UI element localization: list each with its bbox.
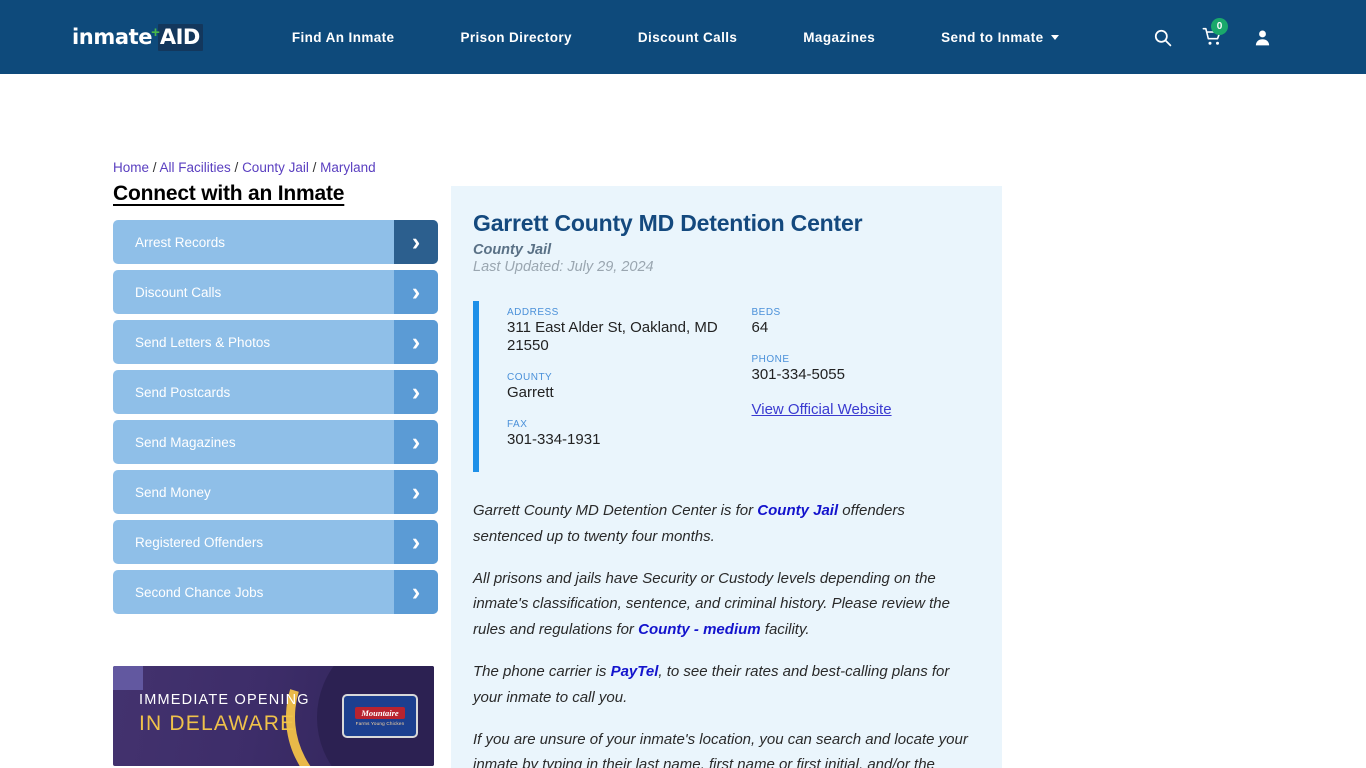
header-icon-group: 0 (1153, 18, 1342, 47)
facility-card: Garrett County MD Detention Center Count… (451, 186, 1002, 768)
sidebar-advertisement[interactable]: IMMEDIATE OPENING IN DELAWARE Mountaire … (113, 666, 434, 766)
chevron-right-icon: › (394, 220, 438, 264)
nav-item-find-an-inmate[interactable]: Find An Inmate (259, 30, 428, 45)
ad-headline-line2: IN DELAWARE (139, 712, 296, 736)
breadcrumb-separator: / (149, 160, 160, 175)
user-icon[interactable] (1253, 28, 1272, 47)
sidebar-title: Connect with an Inmate (113, 182, 345, 205)
logo-plus-icon: + (151, 23, 160, 41)
sidebar-item-label: Send Letters & Photos (135, 334, 271, 350)
description-paragraph-4: If you are unsure of your inmate's locat… (473, 727, 976, 768)
desc-p1-text-a: Garrett County MD Detention Center is fo… (473, 502, 758, 519)
breadcrumb-separator: / (230, 160, 243, 175)
facility-type: County Jail (473, 242, 552, 258)
sidebar-item-label: Discount Calls (135, 284, 222, 300)
chevron-right-icon: › (394, 470, 438, 514)
main-navigation: Find An Inmate Prison Directory Discount… (259, 30, 1092, 45)
chevron-right-icon: › (394, 320, 438, 364)
sidebar-item-label: Registered Offenders (135, 534, 264, 550)
sidebar-item-arrest-records[interactable]: Arrest Records › (113, 220, 438, 264)
county-value: Garrett (507, 384, 554, 401)
sidebar-item-send-magazines[interactable]: Send Magazines › (113, 420, 438, 464)
logo-text: inmate (72, 25, 153, 49)
breadcrumb: Home / All Facilities / County Jail / Ma… (113, 160, 376, 175)
sidebar-item-send-letters-photos[interactable]: Send Letters & Photos › (113, 320, 438, 364)
breadcrumb-separator: / (308, 160, 321, 175)
facility-info-left-column: ADDRESS 311 East Alder St, Oakland, MD 2… (507, 307, 742, 466)
sidebar-item-registered-offenders[interactable]: Registered Offenders › (113, 520, 438, 564)
description-paragraph-3: The phone carrier is PayTel, to see thei… (473, 659, 976, 711)
sidebar-item-label: Send Magazines (135, 434, 236, 450)
site-logo[interactable]: inmate + AID (72, 21, 203, 53)
breadcrumb-item-all-facilities[interactable]: All Facilities (160, 160, 231, 175)
page-body: Home / All Facilities / County Jail / Ma… (0, 74, 1366, 768)
nav-item-send-to-inmate[interactable]: Send to Inmate (908, 30, 1091, 45)
fax-label: FAX (507, 419, 528, 430)
address-value: 311 East Alder St, Oakland, MD 21550 (507, 319, 718, 354)
fax-value: 301-334-1931 (507, 431, 601, 448)
chevron-right-icon: › (394, 520, 438, 564)
cart-icon[interactable]: 0 (1202, 18, 1228, 47)
sidebar-item-label: Arrest Records (135, 234, 226, 250)
sidebar-item-label: Send Postcards (135, 384, 231, 400)
cart-count-badge: 0 (1211, 18, 1228, 35)
nav-item-discount-calls[interactable]: Discount Calls (605, 30, 770, 45)
desc-p4-text-a: If you are unsure of your inmate's locat… (473, 730, 968, 768)
sidebar-item-label: Send Money (135, 484, 211, 500)
chevron-right-icon: › (394, 370, 438, 414)
phone-label: PHONE (751, 354, 790, 365)
desc-p2-link-county-medium[interactable]: County - medium (638, 621, 761, 638)
sidebar: Connect with an Inmate Arrest Records › … (113, 182, 438, 766)
beds-label: BEDS (751, 307, 781, 318)
site-header: inmate + AID Find An Inmate Prison Directo… (0, 0, 1366, 74)
breadcrumb-item-home[interactable]: Home (113, 160, 149, 175)
nav-item-prison-directory[interactable]: Prison Directory (427, 30, 604, 45)
view-official-website-link[interactable]: View Official Website (752, 401, 892, 418)
ad-brand-tagline: Farms Young Chicken (355, 720, 405, 726)
facility-info-right-column: BEDS 64 PHONE 301-334-5055 View Official… (742, 307, 977, 466)
ad-text-block: IMMEDIATE OPENING IN DELAWARE (139, 692, 310, 737)
address-label: ADDRESS (507, 307, 559, 318)
ad-brand-logo: Mountaire Farms Young Chicken (342, 694, 418, 738)
desc-p3-text-a: The phone carrier is (473, 662, 611, 680)
desc-p2-text-b: facility. (760, 621, 810, 639)
page-title: Garrett County MD Detention Center (473, 210, 863, 236)
desc-p1-link-county-jail[interactable]: County Jail (757, 502, 838, 519)
search-icon[interactable] (1153, 28, 1172, 47)
chevron-right-icon: › (394, 420, 438, 464)
chevron-right-icon: › (394, 270, 438, 314)
logo-aid-badge: AID (157, 23, 203, 51)
ad-brand-name: Mountaire (355, 706, 405, 719)
main-content: Garrett County MD Detention Center Count… (451, 186, 1002, 768)
sidebar-item-label: Second Chance Jobs (135, 584, 264, 600)
phone-value: 301-334-5055 (751, 366, 845, 383)
nav-item-magazines[interactable]: Magazines (770, 30, 908, 45)
ad-corner-decoration (113, 666, 143, 690)
description-paragraph-1: Garrett County MD Detention Center is fo… (473, 498, 976, 550)
chevron-right-icon: › (394, 570, 438, 614)
facility-description: Garrett County MD Detention Center is fo… (473, 498, 976, 768)
sidebar-item-second-chance-jobs[interactable]: Second Chance Jobs › (113, 570, 438, 614)
desc-p3-link-paytel[interactable]: PayTel (611, 663, 659, 680)
breadcrumb-item-maryland[interactable]: Maryland (320, 160, 376, 175)
ad-headline-line1: IMMEDIATE OPENING (139, 692, 310, 708)
beds-value: 64 (751, 319, 769, 336)
county-label: COUNTY (507, 372, 553, 383)
sidebar-item-send-money[interactable]: Send Money › (113, 470, 438, 514)
facility-info-block: ADDRESS 311 East Alder St, Oakland, MD 2… (473, 301, 976, 472)
sidebar-item-send-postcards[interactable]: Send Postcards › (113, 370, 438, 414)
breadcrumb-item-county-jail[interactable]: County Jail (242, 160, 309, 175)
description-paragraph-2: All prisons and jails have Security or C… (473, 566, 976, 643)
sidebar-item-discount-calls[interactable]: Discount Calls › (113, 270, 438, 314)
last-updated-text: Last Updated: July 29, 2024 (473, 259, 654, 275)
